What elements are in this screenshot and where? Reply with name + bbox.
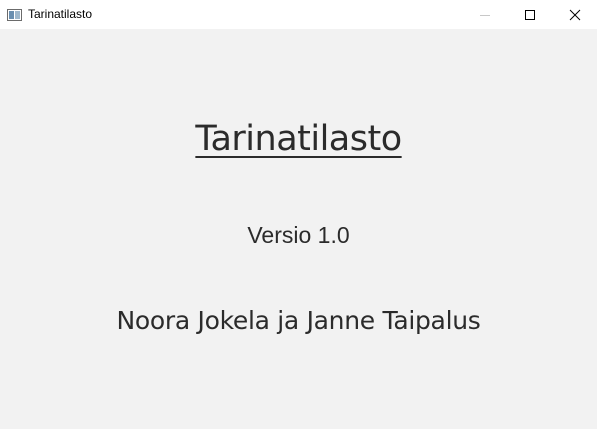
window-title: Tarinatilasto bbox=[28, 7, 93, 21]
app-window-icon bbox=[7, 8, 22, 21]
window-controls bbox=[462, 0, 597, 29]
app-window: Tarinatilasto Tarinatilasto Versio 1.0 N… bbox=[0, 0, 597, 429]
version-label: Versio 1.0 bbox=[247, 222, 350, 248]
title-bar[interactable]: Tarinatilasto bbox=[0, 0, 597, 29]
minimize-icon bbox=[479, 14, 490, 16]
maximize-icon bbox=[524, 9, 535, 20]
minimize-button[interactable] bbox=[462, 0, 507, 29]
close-icon bbox=[569, 9, 580, 20]
about-panel: Tarinatilasto Versio 1.0 Noora Jokela ja… bbox=[0, 29, 597, 429]
authors-label: Noora Jokela ja Janne Taipalus bbox=[116, 306, 481, 335]
close-button[interactable] bbox=[552, 0, 597, 29]
app-title: Tarinatilasto bbox=[195, 119, 402, 159]
maximize-button[interactable] bbox=[507, 0, 552, 29]
